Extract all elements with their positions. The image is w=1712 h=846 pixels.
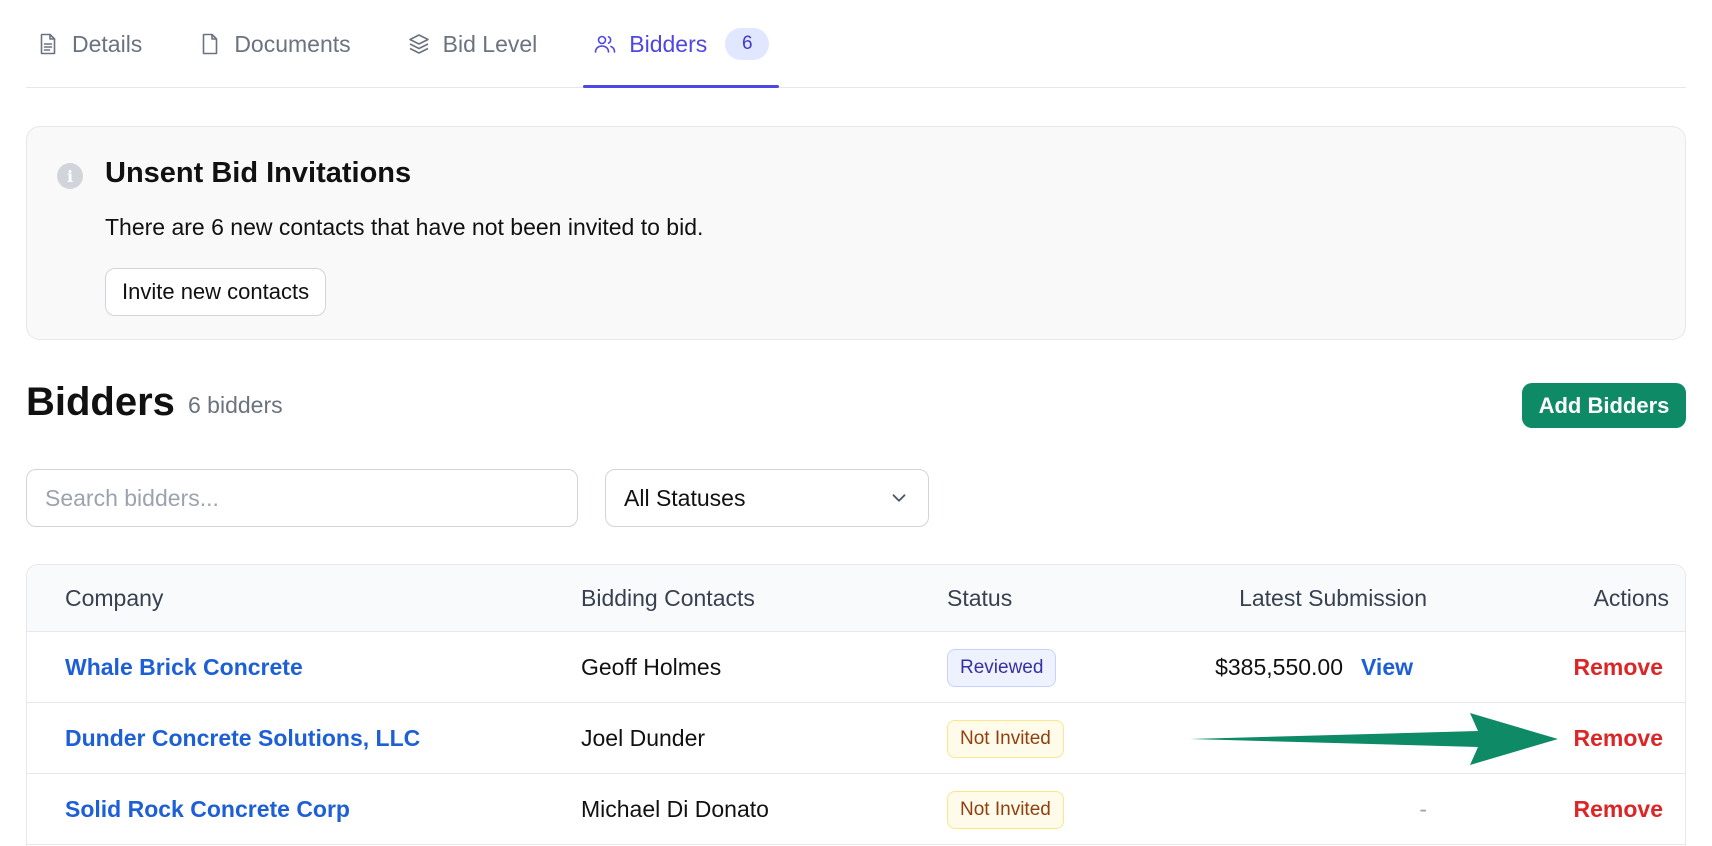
search-input[interactable] bbox=[26, 469, 578, 527]
tab-bidders[interactable]: Bidders 6 bbox=[583, 1, 780, 88]
document-icon bbox=[203, 33, 218, 55]
alert-text: There are 6 new contacts that have not b… bbox=[105, 214, 704, 240]
tab-label: Details bbox=[72, 30, 143, 57]
company-link[interactable]: Whale Brick Concrete bbox=[65, 632, 303, 703]
status-badge: Not Invited bbox=[947, 790, 1064, 829]
table-header: Company Bidding Contacts Status Latest S… bbox=[27, 565, 1685, 632]
remove-button[interactable]: Remove bbox=[1574, 703, 1663, 774]
bidding-contact: Michael Di Donato bbox=[581, 796, 769, 822]
tab-documents[interactable]: Documents bbox=[188, 1, 360, 87]
tab-bar: Details Documents Bid Level Bidders 6 bbox=[26, 0, 1686, 88]
users-icon bbox=[594, 35, 616, 53]
table-row: Solid Rock Concrete Corp Michael Di Dona… bbox=[27, 774, 1685, 845]
bidders-count: 6 bidders bbox=[188, 392, 283, 418]
status-cell: Not Invited bbox=[947, 703, 1064, 774]
submission-amount: $385,550.00 bbox=[1215, 654, 1343, 680]
column-header-actions: Actions bbox=[1593, 585, 1669, 611]
tab-label: Bid Level bbox=[442, 30, 538, 57]
view-submission-link[interactable]: View bbox=[1361, 632, 1413, 703]
layers-icon bbox=[408, 34, 429, 54]
document-text-icon bbox=[40, 33, 56, 55]
bidders-table: Company Bidding Contacts Status Latest S… bbox=[26, 564, 1686, 846]
column-header-latest-submission[interactable]: Latest Submission bbox=[1239, 585, 1427, 612]
tab-label: Bidders bbox=[629, 30, 708, 57]
tab-bid-level[interactable]: Bid Level bbox=[397, 1, 548, 87]
info-icon: i bbox=[57, 163, 83, 189]
add-bidders-button[interactable]: Add Bidders bbox=[1522, 383, 1686, 428]
status-cell: Not Invited bbox=[947, 774, 1064, 845]
tab-count-badge: 6 bbox=[725, 28, 770, 60]
submission-empty: - bbox=[1419, 796, 1427, 822]
column-header-bidding-contacts[interactable]: Bidding Contacts bbox=[581, 585, 755, 612]
invite-new-contacts-button[interactable]: Invite new contacts bbox=[105, 268, 327, 316]
annotation-arrow-icon bbox=[1190, 713, 1558, 765]
company-link[interactable]: Dunder Concrete Solutions, LLC bbox=[65, 703, 420, 774]
remove-button[interactable]: Remove bbox=[1574, 632, 1663, 703]
bidding-contact: Geoff Holmes bbox=[581, 654, 722, 680]
page-title: Bidders bbox=[26, 380, 175, 424]
alert-title: Unsent Bid Invitations bbox=[105, 157, 412, 189]
tab-label: Documents bbox=[234, 30, 351, 57]
chevron-down-icon bbox=[892, 494, 906, 502]
status-filter-value: All Statuses bbox=[624, 484, 746, 511]
status-badge: Not Invited bbox=[947, 719, 1064, 758]
status-badge: Reviewed bbox=[947, 648, 1057, 687]
column-header-company[interactable]: Company bbox=[65, 585, 163, 612]
tab-details[interactable]: Details bbox=[26, 1, 152, 87]
bidding-contact: Joel Dunder bbox=[581, 725, 706, 751]
company-link[interactable]: Solid Rock Concrete Corp bbox=[65, 774, 350, 845]
status-cell: Reviewed bbox=[947, 632, 1057, 703]
remove-button[interactable]: Remove bbox=[1574, 774, 1663, 845]
unsent-invitations-alert: i Unsent Bid Invitations There are 6 new… bbox=[26, 126, 1686, 340]
table-row: Whale Brick Concrete Geoff Holmes Review… bbox=[27, 632, 1685, 703]
status-filter-select[interactable]: All Statuses bbox=[605, 469, 929, 527]
column-header-status[interactable]: Status bbox=[947, 585, 1012, 612]
